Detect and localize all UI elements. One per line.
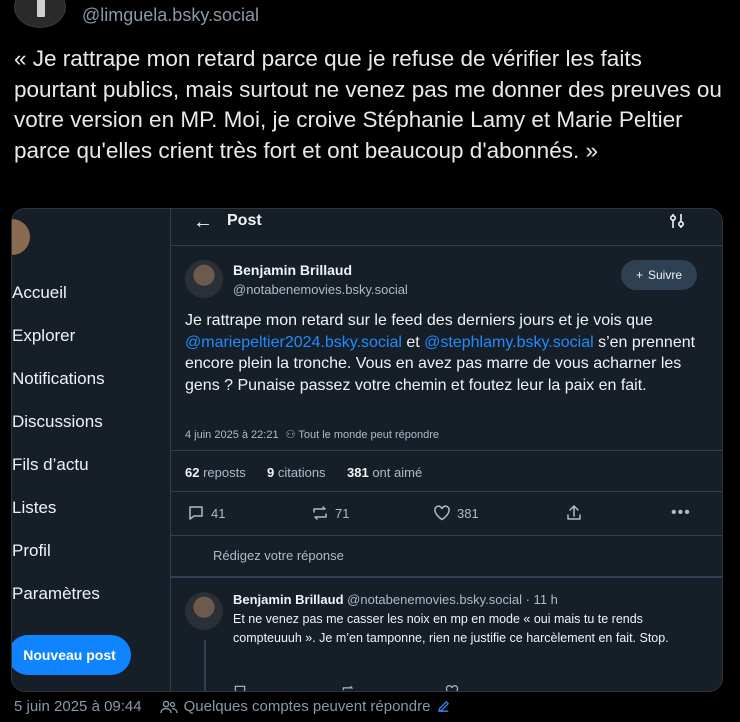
- post-date: 4 juin 2025 à 22:21: [185, 429, 279, 441]
- sidebar-item-parametres[interactable]: Paramètres: [12, 584, 100, 604]
- author-handle[interactable]: @limguela.bsky.social: [82, 5, 259, 26]
- reply-button[interactable]: 41: [187, 504, 225, 522]
- reply-count: 41: [211, 505, 226, 521]
- post-text: « Je rattrape mon retard parce que je re…: [14, 46, 722, 163]
- reposts-count: 62: [185, 465, 200, 480]
- quotes-count: 9: [267, 465, 275, 480]
- reply-setting: Tout le monde peut répondre: [298, 429, 440, 441]
- sidebar-item-notifications[interactable]: Notifications: [12, 369, 105, 389]
- reply-icon[interactable]: [233, 684, 247, 692]
- thread-line: [204, 640, 206, 691]
- avatar[interactable]: [185, 260, 223, 298]
- author-name[interactable]: Benjamin Brillaud: [233, 592, 344, 607]
- avatar[interactable]: [14, 0, 66, 28]
- outer-post-header: @limguela.bsky.social: [0, 0, 740, 40]
- share-icon: [567, 505, 581, 520]
- topbar: ← Post: [171, 209, 722, 239]
- people-icon: ⚇: [285, 429, 296, 441]
- post-age: · 11 h: [525, 592, 558, 607]
- quotes-label: citations: [277, 465, 326, 480]
- sidebar-item-fils-actu[interactable]: Fils d’actu: [12, 455, 89, 475]
- reply-header: Benjamin Brillaud @notabenemovies.bsky.s…: [233, 592, 558, 607]
- repost-icon: [313, 506, 327, 520]
- post-meta: 4 juin 2025 à 22:21 ⚇ Tout le monde peut…: [185, 428, 439, 441]
- embedded-screenshot[interactable]: Accueil Explorer Notifications Discussio…: [11, 208, 723, 692]
- mention-link[interactable]: @stephlamy.bsky.social: [424, 334, 593, 351]
- follow-button[interactable]: + Suivre: [621, 260, 697, 290]
- back-arrow-icon[interactable]: ←: [193, 211, 213, 234]
- post-date: 5 juin 2025 à 09:44: [14, 698, 142, 715]
- page-title: Post: [227, 212, 262, 229]
- reply-post[interactable]: Benjamin Brillaud @notabenemovies.bsky.s…: [171, 577, 722, 692]
- sidebar-item-explorer[interactable]: Explorer: [12, 326, 75, 346]
- avatar[interactable]: [185, 592, 223, 630]
- reply-composer[interactable]: Rédigez votre réponse: [171, 535, 722, 577]
- likes-count: 381: [347, 465, 369, 480]
- filter-icon[interactable]: [667, 211, 687, 231]
- heart-icon[interactable]: [445, 684, 459, 692]
- share-button[interactable]: [565, 504, 583, 522]
- sidebar: Accueil Explorer Notifications Discussio…: [12, 209, 170, 691]
- repost-button[interactable]: 71: [311, 504, 349, 522]
- sidebar-item-listes[interactable]: Listes: [12, 498, 56, 518]
- quotes-stat[interactable]: 9 citations: [267, 465, 326, 480]
- main-post: Benjamin Brillaud @notabenemovies.bsky.s…: [171, 245, 722, 536]
- likes-stat[interactable]: 381 ont aimé: [347, 465, 422, 480]
- ellipsis-icon: •••: [671, 504, 691, 521]
- sidebar-item-accueil[interactable]: Accueil: [12, 283, 67, 303]
- outer-post-footer: 5 juin 2025 à 09:44 Quelques comptes peu…: [14, 698, 451, 715]
- reply-placeholder: Rédigez votre réponse: [213, 548, 344, 563]
- post-stats: 62 reposts 9 citations 381 ont aimé: [171, 450, 722, 492]
- avatar[interactable]: [12, 219, 30, 255]
- reply-text: Et ne venez pas me casser les noix en mp…: [233, 612, 669, 645]
- sidebar-item-discussions[interactable]: Discussions: [12, 412, 103, 432]
- reply-setting[interactable]: Quelques comptes peuvent répondre: [184, 698, 431, 715]
- sidebar-item-profil[interactable]: Profil: [12, 541, 51, 561]
- new-post-button[interactable]: Nouveau post: [12, 635, 131, 675]
- post-actions: 41 71 381 •••: [171, 492, 722, 536]
- people-icon: [159, 700, 178, 713]
- repost-count: 71: [335, 505, 350, 521]
- reply-icon: [189, 506, 203, 520]
- plus-icon: +: [635, 268, 643, 282]
- post-text-part: Je rattrape mon retard sur le feed des d…: [185, 312, 653, 329]
- heart-icon: [434, 505, 450, 521]
- reposts-stat[interactable]: 62 reposts: [185, 465, 246, 480]
- reply-actions: [233, 678, 633, 692]
- post-text: Je rattrape mon retard sur le feed des d…: [185, 310, 701, 396]
- mention-link[interactable]: @mariepeltier2024.bsky.social: [185, 334, 402, 351]
- like-count: 381: [457, 505, 479, 521]
- post-text-part: et: [401, 333, 425, 351]
- follow-label: Suivre: [648, 268, 683, 282]
- like-button[interactable]: 381: [433, 504, 479, 522]
- more-options-button[interactable]: •••: [671, 504, 691, 522]
- pencil-icon[interactable]: [436, 699, 451, 714]
- author-handle[interactable]: @notabenemovies.bsky.social: [347, 592, 522, 607]
- author-name[interactable]: Benjamin Brillaud: [233, 262, 352, 278]
- reposts-label: reposts: [203, 465, 246, 480]
- likes-label: ont aimé: [372, 465, 423, 480]
- repost-icon[interactable]: [341, 684, 355, 692]
- main-column: ← Post Benjamin Brillaud @notabenemovies…: [170, 209, 722, 692]
- author-handle[interactable]: @notabenemovies.bsky.social: [233, 282, 408, 297]
